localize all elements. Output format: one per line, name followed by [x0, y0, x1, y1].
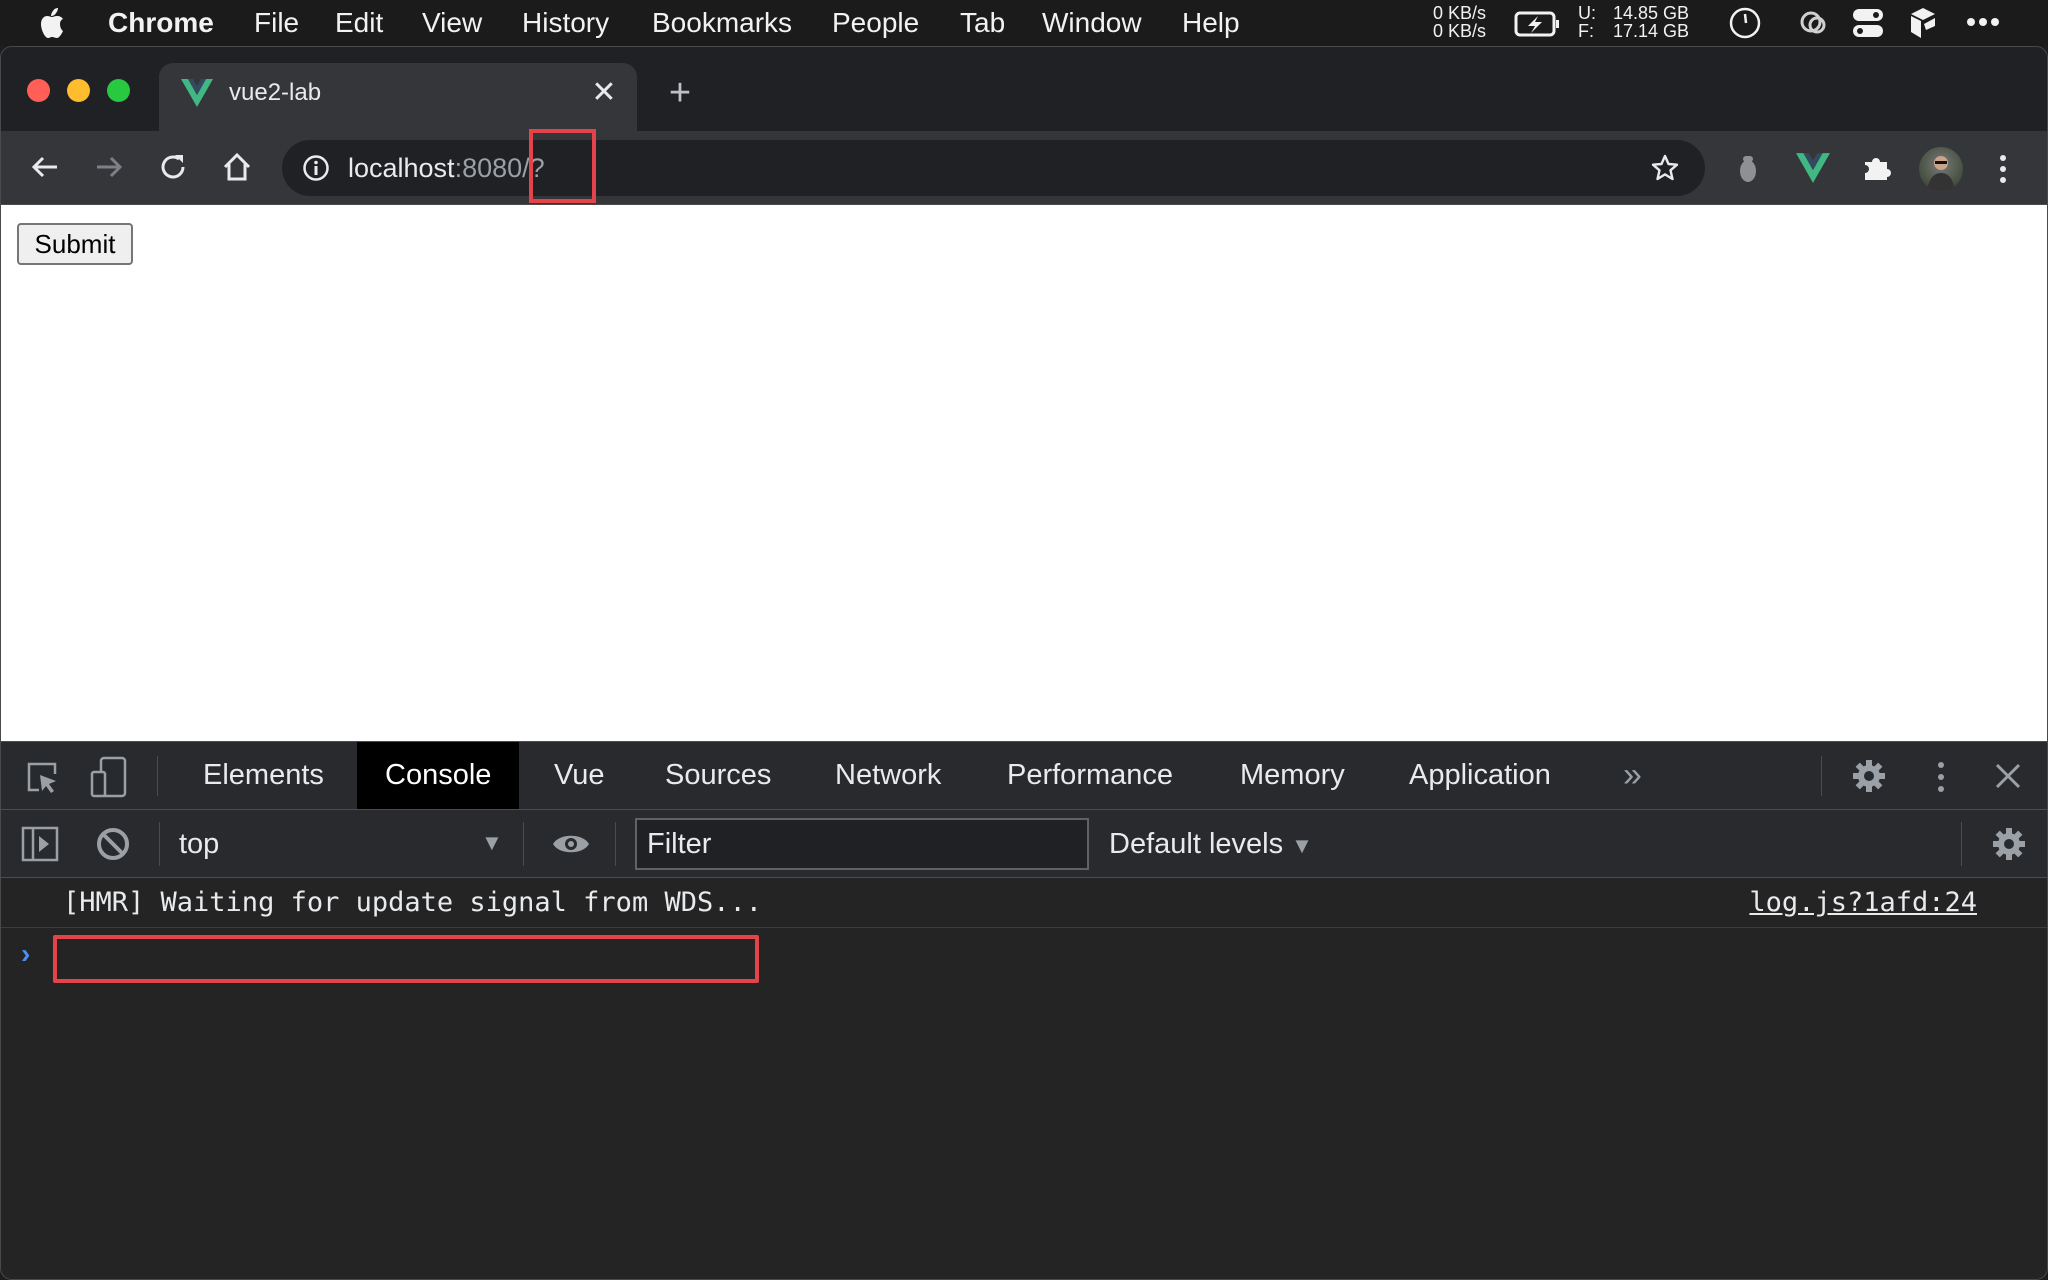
tab-network[interactable]: Network [807, 742, 969, 809]
page-viewport: Submit [1, 205, 2047, 741]
home-button[interactable] [217, 147, 257, 187]
bookmark-star-icon[interactable] [1650, 153, 1680, 188]
separator [523, 822, 524, 866]
profile-avatar[interactable] [1919, 147, 1963, 191]
clock-icon[interactable] [1728, 6, 1762, 45]
site-info-icon[interactable] [302, 154, 330, 187]
console-toolbar: top ▼ Default levels ▼ [1, 810, 2047, 880]
tab-sources[interactable]: Sources [637, 742, 799, 809]
log-message-text: [HMR] Waiting for update signal from WDS… [63, 887, 762, 918]
devtools-panel: Elements Console Vue Sources Network Per… [1, 741, 2047, 1279]
live-expression-eye-icon[interactable] [551, 830, 591, 863]
console-settings-gear-icon[interactable] [1991, 826, 2027, 867]
extensions-puzzle-icon[interactable] [1861, 152, 1893, 189]
separator [157, 756, 158, 796]
menu-history[interactable]: History [522, 0, 609, 46]
clear-console-icon[interactable] [95, 826, 131, 867]
separator [1961, 822, 1962, 866]
reload-button[interactable] [153, 147, 193, 187]
more-menu-extras-icon[interactable] [1966, 14, 2000, 35]
devtools-more-options-icon[interactable] [1935, 760, 1947, 799]
window-minimize-button[interactable] [67, 79, 90, 102]
tab-application[interactable]: Application [1381, 742, 1579, 809]
tab-performance[interactable]: Performance [979, 742, 1201, 809]
tab-title: vue2-lab [229, 79, 322, 106]
prompt-chevron-icon: › [21, 938, 31, 969]
log-levels-dropdown[interactable]: Default levels ▼ [1109, 810, 1313, 880]
disk-free-value: 17.14 GB [1613, 21, 1690, 41]
back-button[interactable] [25, 147, 65, 187]
bug-extension-icon[interactable] [1733, 151, 1763, 190]
separator [1821, 756, 1822, 796]
vue-favicon-icon [181, 79, 213, 112]
context-dropdown-arrow-icon[interactable]: ▼ [481, 810, 503, 876]
log-levels-label: Default levels [1109, 828, 1284, 860]
app-status-icon[interactable] [1908, 6, 1938, 45]
chrome-menu-icon[interactable] [1997, 153, 2009, 190]
devtools-tab-bar: Elements Console Vue Sources Network Per… [1, 742, 2047, 810]
network-down-speed: 0 KB/s [1433, 21, 1487, 41]
javascript-context-select[interactable]: top [179, 810, 219, 878]
battery-charging-icon[interactable] [1514, 10, 1562, 43]
menu-edit[interactable]: Edit [335, 0, 383, 46]
tab-elements[interactable]: Elements [175, 742, 352, 809]
browser-toolbar: localhost:8080/? [1, 129, 2047, 205]
menu-file[interactable]: File [254, 0, 299, 46]
wifi-sync-icon[interactable] [1796, 6, 1832, 45]
menu-bookmarks[interactable]: Bookmarks [652, 0, 792, 46]
macos-menu-bar: Chrome File Edit View History Bookmarks … [0, 0, 2048, 46]
control-center-icon[interactable] [1852, 8, 1884, 43]
menu-app-chrome[interactable]: Chrome [108, 0, 214, 46]
menu-help[interactable]: Help [1182, 0, 1240, 46]
devtools-close-icon[interactable] [1995, 763, 2021, 794]
url-text[interactable]: localhost:8080/? [348, 140, 545, 196]
submit-button[interactable]: Submit [17, 223, 133, 265]
tab-console[interactable]: Console [357, 742, 520, 809]
tab-strip: vue2-lab ✕ + [1, 47, 2047, 133]
log-source-link[interactable]: log.js?1afd:24 [1749, 878, 1977, 928]
console-filter-input[interactable] [635, 818, 1089, 870]
browser-window: vue2-lab ✕ + localhost:8080/? Submit Ele… [0, 46, 2048, 1280]
url-highlight-annotation [529, 129, 596, 203]
tab-memory[interactable]: Memory [1212, 742, 1373, 809]
disk-free-label: F: [1578, 21, 1594, 41]
forward-button[interactable] [89, 147, 129, 187]
devtools-settings-gear-icon[interactable] [1851, 758, 1887, 799]
menu-people[interactable]: People [832, 0, 919, 46]
url-host: localhost [348, 153, 455, 183]
new-tab-button[interactable]: + [663, 73, 697, 113]
address-bar[interactable]: localhost:8080/? [282, 140, 1705, 196]
url-port: :8080 [454, 153, 523, 183]
levels-dropdown-arrow-icon: ▼ [1291, 833, 1313, 858]
separator [159, 822, 160, 866]
apple-icon[interactable] [40, 6, 68, 40]
console-prompt-row: › [1, 929, 2047, 983]
tab-vue2-lab[interactable]: vue2-lab ✕ [159, 63, 637, 133]
console-input[interactable] [53, 935, 759, 983]
window-maximize-button[interactable] [107, 79, 130, 102]
menu-view[interactable]: View [422, 0, 482, 46]
inspect-element-icon[interactable] [25, 760, 61, 801]
more-tabs-chevron-icon[interactable]: » [1595, 742, 1670, 809]
tab-vue[interactable]: Vue [526, 742, 633, 809]
menu-window[interactable]: Window [1042, 0, 1142, 46]
tab-close-icon[interactable]: ✕ [589, 75, 619, 111]
device-toolbar-icon[interactable] [89, 756, 129, 803]
separator [615, 822, 616, 866]
window-close-button[interactable] [27, 79, 50, 102]
menu-tab[interactable]: Tab [960, 0, 1005, 46]
vue-devtools-extension-icon[interactable] [1796, 153, 1830, 188]
show-console-sidebar-icon[interactable] [21, 826, 59, 867]
console-log-message: [HMR] Waiting for update signal from WDS… [1, 878, 2047, 928]
